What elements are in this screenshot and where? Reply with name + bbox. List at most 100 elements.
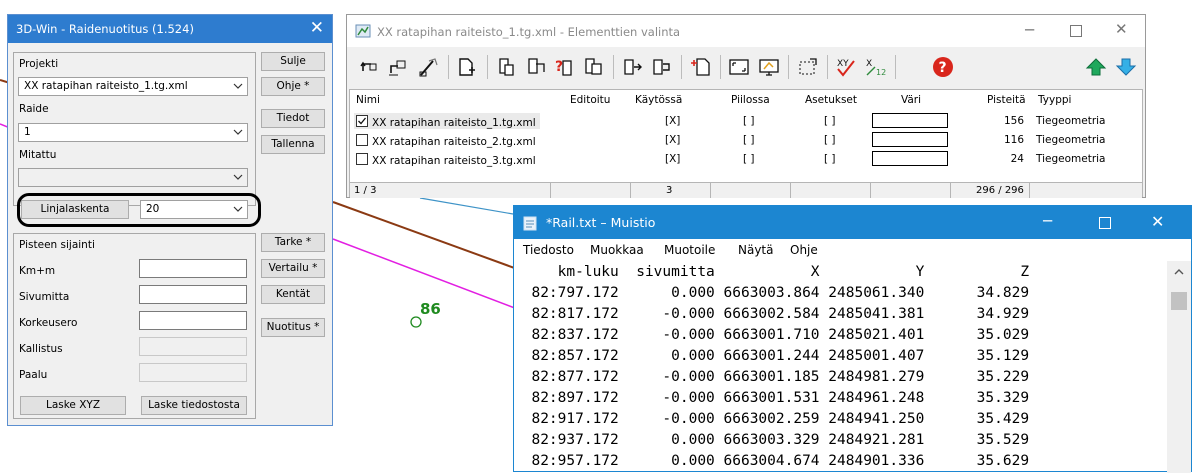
kallistus-label: Kallistus: [19, 343, 63, 355]
column-header-tyyppi[interactable]: Tyyppi: [1038, 94, 1071, 106]
column-header-asetukset[interactable]: Asetukset: [805, 94, 857, 106]
text-line: km-luku sivumitta X Y Z: [514, 264, 1030, 280]
row-checkbox[interactable]: XX ratapihan raiteisto_3.tg.xml: [356, 153, 536, 167]
row-pisteita: 156: [1003, 115, 1024, 127]
sivumitta-label: Sivumitta: [19, 291, 70, 303]
kentat-button[interactable]: Kentät: [261, 285, 325, 304]
laske-tiedostosta-button[interactable]: Laske tiedostosta: [141, 396, 247, 415]
close-icon[interactable]: ✕: [1115, 20, 1128, 38]
menu-muokkaa[interactable]: Muokkaa: [590, 243, 644, 257]
menu-nayta[interactable]: Näytä: [738, 243, 774, 257]
row-color-swatch[interactable]: [872, 151, 948, 166]
row-kaytossa[interactable]: [X]: [665, 134, 680, 146]
zoom-extent-icon[interactable]: [727, 55, 751, 79]
point-marker[interactable]: [410, 316, 422, 328]
row-checkbox[interactable]: XX ratapihan raiteisto_1.tg.xml: [356, 115, 536, 129]
dialog-titlebar[interactable]: XX ratapihan raiteisto_1.tg.xml - Elemen…: [347, 15, 1145, 47]
row-kaytossa[interactable]: [X]: [665, 153, 680, 165]
nuotitus-button[interactable]: Nuotitus *: [261, 318, 325, 337]
row-asetukset[interactable]: [ ]: [824, 153, 836, 165]
column-header-piilossa[interactable]: Piilossa: [731, 94, 770, 106]
add-document-icon[interactable]: [455, 55, 479, 79]
toolbar-separator: [681, 55, 682, 79]
maximize-icon[interactable]: [1070, 25, 1082, 37]
column-header-kaytossa[interactable]: Käytössä: [635, 94, 682, 106]
text-area[interactable]: km-luku sivumitta X Y Z 82:797.172 0.000…: [514, 261, 1168, 473]
sivumitta-input[interactable]: [139, 285, 247, 304]
help-icon[interactable]: ?: [931, 55, 955, 79]
point-label: 86: [420, 300, 441, 318]
query-document-icon[interactable]: ?: [553, 55, 577, 79]
column-header-editoitu[interactable]: Editoitu: [570, 94, 610, 106]
menu-tiedosto[interactable]: Tiedosto: [523, 243, 574, 257]
xy-info-icon[interactable]: X 12: [863, 55, 887, 79]
rotate-left-icon[interactable]: [357, 55, 381, 79]
app-icon: [355, 24, 371, 38]
row-piilossa[interactable]: [ ]: [743, 115, 755, 127]
brush-icon[interactable]: [417, 55, 441, 79]
vertailu-button[interactable]: Vertailu *: [261, 259, 325, 278]
select-all-icon[interactable]: [796, 55, 820, 79]
elements-table: Nimi Editoitu Käytössä Piilossa Asetukse…: [349, 89, 1143, 198]
scroll-up-icon[interactable]: [1173, 267, 1185, 277]
view-monitor-icon[interactable]: [757, 55, 781, 79]
export-document-icon[interactable]: [582, 55, 606, 79]
projekti-select[interactable]: XX ratapihan raiteisto_1.tg.xml: [18, 77, 248, 96]
mitattu-select[interactable]: [18, 168, 248, 187]
row-color-swatch[interactable]: [872, 113, 948, 128]
new-document-icon[interactable]: [689, 55, 713, 79]
column-header-pisteita[interactable]: Pisteitä: [987, 94, 1026, 106]
check-icon: [358, 117, 367, 125]
korkeusero-input[interactable]: [139, 311, 247, 330]
tarke-button[interactable]: Tarke *: [261, 233, 325, 252]
check-xy-icon[interactable]: XY: [834, 55, 858, 79]
notepad-icon: [523, 216, 537, 231]
column-header-vari[interactable]: Väri: [901, 94, 921, 106]
scrollbar-thumb[interactable]: [1171, 292, 1187, 310]
row-color-swatch[interactable]: [872, 132, 948, 147]
row-piilossa[interactable]: [ ]: [743, 153, 755, 165]
svg-text:X: X: [866, 59, 872, 69]
status-divider: [870, 183, 871, 198]
row-name: XX ratapihan raiteisto_2.tg.xml: [372, 136, 536, 148]
chevron-down-icon: [233, 174, 243, 180]
paste-document-icon[interactable]: [524, 55, 548, 79]
row-piilossa[interactable]: [ ]: [743, 134, 755, 146]
dialog-titlebar[interactable]: 3D-Win - Raidenuotitus (1.524) ✕: [8, 15, 332, 43]
document-forward-icon[interactable]: [650, 55, 674, 79]
status-bar: 1 / 3 3 296 / 296: [350, 182, 1142, 198]
chevron-down-icon: [233, 129, 243, 135]
menu-muotoile[interactable]: Muotoile: [664, 243, 715, 257]
laske-xyz-button[interactable]: Laske XYZ: [20, 396, 126, 415]
row-tyyppi: Tiegeometria: [1036, 134, 1106, 146]
pisteen-sijainti-label: Pisteen sijainti: [19, 239, 95, 251]
tallenna-button[interactable]: Tallenna: [261, 135, 325, 154]
status-divider: [710, 183, 711, 198]
row-checkbox[interactable]: XX ratapihan raiteisto_2.tg.xml: [356, 134, 536, 148]
svg-text:12: 12: [876, 68, 886, 77]
projekti-value: XX ratapihan raiteisto_1.tg.xml: [24, 80, 188, 92]
move-icon[interactable]: [386, 55, 410, 79]
document-arrow-icon[interactable]: [621, 55, 645, 79]
raide-select[interactable]: 1: [18, 123, 248, 142]
row-asetukset[interactable]: [ ]: [824, 134, 836, 146]
minimize-icon[interactable]: ─: [1043, 212, 1052, 230]
menu-ohje[interactable]: Ohje: [790, 243, 818, 257]
ohje-button[interactable]: Ohje *: [261, 77, 325, 96]
minimize-icon[interactable]: ─: [1025, 21, 1034, 39]
close-icon[interactable]: ✕: [310, 18, 324, 38]
column-header-nimi[interactable]: Nimi: [356, 94, 380, 106]
vertical-scrollbar[interactable]: [1167, 261, 1191, 473]
row-asetukset[interactable]: [ ]: [824, 115, 836, 127]
notepad-titlebar[interactable]: *Rail.txt – Muistio ─ ✕: [514, 206, 1191, 239]
copy-document-icon[interactable]: [495, 55, 519, 79]
arrow-up-icon[interactable]: [1084, 55, 1108, 79]
arrow-down-icon[interactable]: [1114, 55, 1138, 79]
tiedot-button[interactable]: Tiedot: [261, 109, 325, 128]
row-kaytossa[interactable]: [X]: [665, 115, 680, 127]
sulje-button[interactable]: Sulje: [261, 52, 325, 71]
close-icon[interactable]: ✕: [1151, 212, 1164, 231]
status-divider: [1029, 183, 1030, 198]
maximize-icon[interactable]: [1099, 217, 1111, 229]
kmm-input[interactable]: [139, 259, 247, 278]
